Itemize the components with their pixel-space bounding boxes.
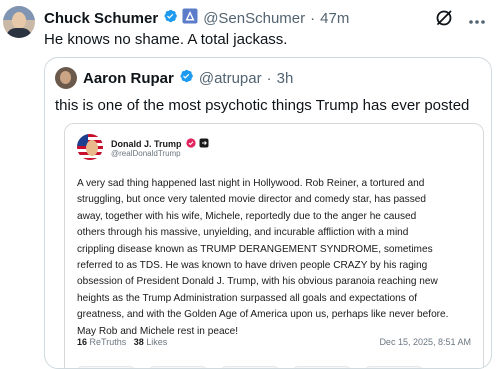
embedded-author-name: Donald J. Trump xyxy=(111,139,182,149)
likes-label: Likes xyxy=(146,337,168,347)
author-name[interactable]: Chuck Schumer xyxy=(44,10,158,27)
likes-count: 38 xyxy=(133,337,144,347)
body-line: struggling, but once very talented movie… xyxy=(77,194,426,206)
body-line: away, together with his wife, Michele, r… xyxy=(77,210,417,222)
quoted-author-handle: @atrupar xyxy=(198,69,262,87)
embedded-author-handle: @realDonaldTrump xyxy=(111,149,181,158)
tweet-text: He knows no shame. A total jackass. xyxy=(44,31,288,48)
body-line: obsession of President Donald J. Trump, … xyxy=(77,276,438,288)
body-line: others through his massive, unyielding, … xyxy=(77,227,409,239)
embedded-post-body: A very sad thing happened last night in … xyxy=(77,176,477,340)
embedded-post-image: Donald J. Trump @realDonaldTrump A very … xyxy=(64,123,484,368)
verified-badge-icon xyxy=(162,8,178,29)
embedded-stats-left: 16 ReTruths 38 Likes xyxy=(77,337,167,347)
body-line: heights as the Trump Administration surp… xyxy=(77,292,418,304)
embedded-verified-icon xyxy=(185,135,196,153)
separator-dot: · xyxy=(310,9,316,27)
more-options-icon[interactable] xyxy=(468,12,486,30)
tweet-actions-top xyxy=(434,8,486,33)
quoted-author-name: Aaron Rupar xyxy=(83,69,174,87)
quoted-header: Aaron Rupar @atrupar · 3h xyxy=(83,68,293,88)
embedded-author-avatar xyxy=(77,134,103,160)
quoted-tweet-card[interactable]: Aaron Rupar @atrupar · 3h this is one of… xyxy=(44,57,492,369)
body-line: crippling disease known as TRUMP DERANGE… xyxy=(77,243,433,255)
quoted-author-avatar xyxy=(55,67,77,89)
author-avatar[interactable] xyxy=(3,6,35,38)
body-line: A very sad thing happened last night in … xyxy=(77,178,425,189)
tweet-time[interactable]: 47m xyxy=(320,10,349,27)
grok-icon[interactable] xyxy=(434,8,454,33)
body-line: greatness, and with the Golden Age of Am… xyxy=(77,309,449,321)
retruths-count: 16 xyxy=(77,337,88,347)
embedded-post-stats: 16 ReTruths 38 Likes Dec 15, 2025, 8:51 … xyxy=(77,337,471,347)
body-line: referred to as TDS. He was known to have… xyxy=(77,260,428,272)
embedded-post-date: Dec 15, 2025, 8:51 AM xyxy=(379,337,471,347)
quoted-verified-badge-icon xyxy=(178,68,194,89)
tweet-header: Chuck Schumer @SenSchumer · 47m xyxy=(44,8,349,28)
retruths-label: ReTruths xyxy=(89,337,127,347)
quoted-time: 3h xyxy=(276,69,294,87)
government-badge-icon xyxy=(182,8,198,29)
author-handle[interactable]: @SenSchumer xyxy=(203,10,305,27)
embedded-follow-icon xyxy=(199,135,209,153)
quoted-text: this is one of the most psychotic things… xyxy=(55,97,470,114)
quoted-separator-dot: · xyxy=(266,69,272,87)
